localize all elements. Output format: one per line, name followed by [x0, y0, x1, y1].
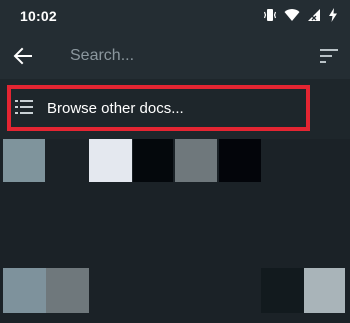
toolbar — [0, 32, 350, 79]
list-icon — [15, 100, 33, 114]
thumbnail-10[interactable] — [304, 268, 345, 313]
wifi-icon — [284, 9, 300, 21]
browse-other-docs-label[interactable]: Browse other docs... — [47, 100, 184, 117]
thumbnail-9[interactable] — [261, 268, 304, 313]
thumbnail-5[interactable] — [175, 139, 217, 182]
thumbnail-3[interactable] — [89, 139, 132, 182]
status-icons — [263, 8, 338, 22]
thumbnail-2[interactable] — [47, 139, 88, 182]
thumbnail-6[interactable] — [219, 139, 261, 182]
search-input[interactable] — [70, 42, 290, 70]
thumbnail-8[interactable] — [46, 268, 89, 313]
vibrate-icon — [263, 9, 277, 21]
sort-icon[interactable] — [318, 45, 340, 67]
battery-charging-icon — [329, 8, 337, 22]
status-bar: 10:02 — [0, 0, 350, 32]
status-time: 10:02 — [20, 8, 57, 24]
thumbnail-4[interactable] — [133, 139, 173, 182]
thumbnail-1[interactable] — [3, 139, 45, 182]
thumbnail-7[interactable] — [3, 268, 46, 313]
arrow-left-icon[interactable] — [11, 44, 35, 68]
signal-icon — [308, 9, 320, 21]
